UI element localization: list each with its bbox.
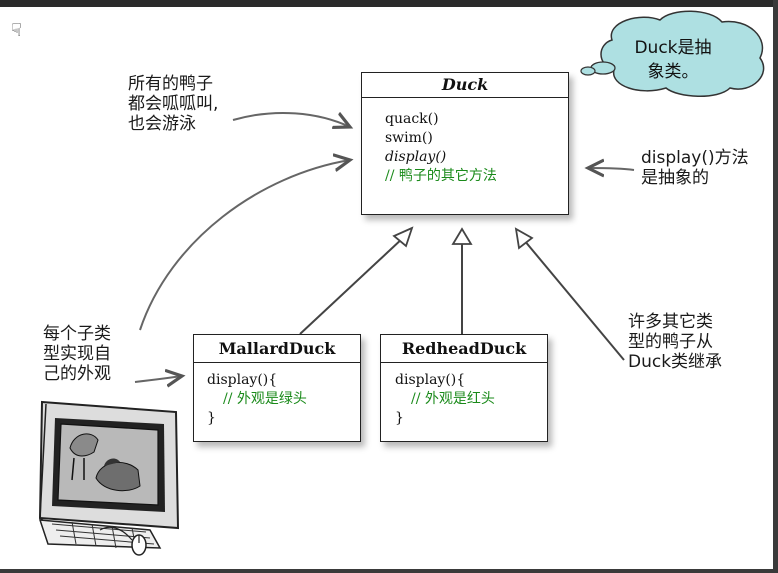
redhead-comment: // 外观是红头	[411, 391, 495, 407]
redhead-method-close: }	[395, 410, 404, 426]
class-mallard-body: display(){ // 外观是绿头 }	[194, 363, 360, 428]
note-many-ducks: 许多其它类 型的鸭子从 Duck类继承	[628, 312, 723, 372]
method-comment: // 鸭子的其它方法	[385, 168, 497, 184]
note-display-abstract: display()方法 是抽象的	[641, 148, 749, 188]
arrow-subclass-to-mallard	[134, 376, 182, 382]
arrow-quack-swim	[232, 111, 350, 127]
mallard-method-open: display(){	[207, 372, 278, 388]
method-swim: swim()	[385, 130, 433, 146]
class-mallard-name: MallardDuck	[194, 335, 360, 363]
note-each-subclass: 每个子类 型实现自 己的外观	[43, 324, 111, 384]
class-redhead-duck: RedheadDuck display(){ // 外观是红头 }	[380, 334, 548, 442]
class-redhead-name: RedheadDuck	[381, 335, 547, 363]
cloud-note: Duck是抽象类。	[634, 38, 712, 82]
mallard-comment: // 外观是绿头	[223, 391, 307, 407]
class-mallard-duck: MallardDuck display(){ // 外观是绿头 }	[193, 334, 361, 442]
inheritance-redhead	[451, 227, 473, 334]
class-duck-body: quack() swim() display() // 鸭子的其它方法	[362, 98, 568, 186]
redhead-method-open: display(){	[395, 372, 466, 388]
arrow-subclass-to-duck	[139, 160, 350, 331]
computer-drawing	[38, 400, 180, 556]
class-redhead-body: display(){ // 外观是红头 }	[381, 363, 547, 428]
diagram-canvas: ☟ Duck是抽象类。 Duck quack() swim() display(…	[0, 0, 778, 573]
method-quack: quack()	[385, 111, 439, 127]
inheritance-mallard	[299, 226, 414, 335]
class-duck-name: Duck	[362, 73, 568, 98]
method-display: display()	[385, 149, 447, 165]
class-duck: Duck quack() swim() display() // 鸭子的其它方法	[361, 72, 569, 215]
mallard-method-close: }	[207, 410, 216, 426]
note-all-ducks: 所有的鸭子 都会呱呱叫, 也会游泳	[128, 74, 219, 134]
arrow-display-abstract	[588, 168, 635, 170]
